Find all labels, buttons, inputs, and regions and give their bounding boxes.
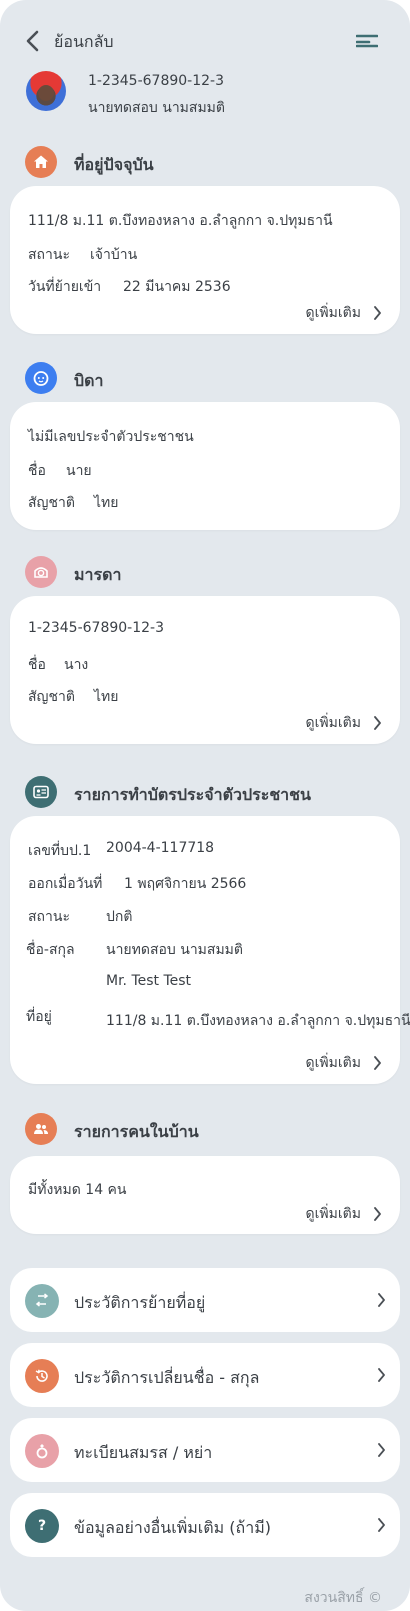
see-more-label: ดูเพิ่มเติม [305, 305, 361, 321]
father-name-value: นาย [66, 463, 92, 479]
section-household-header: รายการคนในบ้าน [24, 1113, 384, 1147]
idcard-name-en: Mr. Test Test [106, 973, 192, 989]
household-count: มีทั้งหมด 14 คน [28, 1182, 127, 1198]
chevron-right-icon [374, 716, 381, 730]
father-id: ไม่มีเลขประจำตัวประชาชน [28, 429, 194, 445]
copyright-footer: สงวนสิทธิ์ © [304, 1590, 382, 1606]
chevron-right-icon [378, 1368, 385, 1382]
profile-id: 1-2345-67890-12-3 [88, 73, 225, 89]
baby-icon [25, 362, 57, 394]
menu-label: ประวัติการย้ายที่อยู่ [74, 1293, 206, 1312]
profile-header: 1-2345-67890-12-3 นายทดสอบ นามสมมติ [24, 69, 384, 119]
menu-icon[interactable] [356, 33, 378, 49]
move-in-label: วันที่ย้ายเข้า [28, 279, 102, 295]
section-title: ที่อยู่ปัจจุบัน [74, 155, 154, 174]
see-more-link[interactable]: ดูเพิ่มเติม [306, 1203, 382, 1225]
screen: ย้อนกลับ 1-2345-67890-12-3 นายทดสอบ นามส… [0, 0, 410, 1611]
mother-nationality-value: ไทย [94, 689, 119, 705]
chevron-right-icon [374, 306, 381, 320]
father-nationality-value: ไทย [94, 495, 119, 511]
idcard-name-label: ชื่อ-สกุล [26, 942, 75, 958]
see-more-label: ดูเพิ่มเติม [305, 715, 361, 731]
question-icon: ? [25, 1509, 59, 1543]
chevron-left-icon[interactable] [24, 30, 42, 52]
idcard-no-label: เลขที่บป.1 [28, 843, 92, 859]
address-full: 111/8 ม.11 ต.บึงทองหลาง อ.ลำลูกกา จ.ปทุม… [28, 213, 333, 229]
household-card: มีทั้งหมด 14 คน ดูเพิ่มเติม [10, 1156, 400, 1234]
section-title: รายการคนในบ้าน [74, 1122, 199, 1141]
menu-item-name-history[interactable]: ประวัติการเปลี่ยนชื่อ - สกุล [10, 1343, 400, 1407]
move-in-value: 22 มีนาคม 2536 [123, 279, 231, 295]
status-value: เจ้าบ้าน [90, 247, 138, 263]
mother-nationality-label: สัญชาติ [28, 689, 75, 705]
idcard-address-label: ที่อยู่ [26, 1009, 52, 1025]
idcard-address-value: 111/8 ม.11 ต.บึงทองหลาง อ.ลำลูกกา จ.ปทุม… [106, 1013, 410, 1029]
section-title: รายการทำบัตรประจำตัวประชาชน [74, 785, 311, 804]
address-card: 111/8 ม.11 ต.บึงทองหลาง อ.ลำลูกกา จ.ปทุม… [10, 186, 400, 334]
mother-icon [25, 556, 57, 588]
see-more-link[interactable]: ดูเพิ่มเติม [306, 1052, 382, 1074]
see-more-link[interactable]: ดูเพิ่มเติม [306, 712, 382, 734]
top-bar: ย้อนกลับ [0, 0, 410, 70]
mother-name-value: นาง [64, 657, 89, 673]
profile-name: นายทดสอบ นามสมมติ [88, 100, 225, 116]
menu-label: ข้อมูลอย่างอื่นเพิ่มเติม (ถ้ามี) [74, 1518, 271, 1537]
idcard-issued-label: ออกเมื่อวันที่ [28, 876, 103, 892]
father-card: ไม่มีเลขประจำตัวประชาชน ชื่อ นาย สัญชาติ… [10, 402, 400, 530]
section-title: มารดา [74, 565, 122, 584]
see-more-label: ดูเพิ่มเติม [305, 1055, 361, 1071]
id-card-icon [25, 776, 57, 808]
back-button[interactable]: ย้อนกลับ [54, 30, 114, 55]
father-name-label: ชื่อ [28, 463, 46, 479]
status-label: สถานะ [28, 247, 70, 263]
chevron-right-icon [374, 1056, 381, 1070]
see-more-label: ดูเพิ่มเติม [305, 1206, 361, 1222]
chevron-right-icon [378, 1293, 385, 1307]
section-address-header: ที่อยู่ปัจจุบัน [24, 146, 384, 180]
section-mother-header: มารดา [24, 556, 384, 590]
people-icon [25, 1113, 57, 1145]
mother-id: 1-2345-67890-12-3 [28, 620, 165, 636]
father-nationality-label: สัญชาติ [28, 495, 75, 511]
section-father-header: บิดา [24, 362, 384, 396]
chevron-right-icon [378, 1443, 385, 1457]
menu-label: ทะเบียนสมรส / หย่า [74, 1443, 213, 1462]
ring-icon [25, 1434, 59, 1468]
chevron-right-icon [374, 1207, 381, 1221]
idcard-status-label: สถานะ [28, 909, 70, 925]
idcard-no-value: 2004-4-117718 [106, 840, 215, 856]
history-icon [25, 1359, 59, 1393]
chevron-right-icon [378, 1518, 385, 1532]
idcard-name-th: นายทดสอบ นามสมมติ [106, 942, 243, 958]
mother-card: 1-2345-67890-12-3 ชื่อ นาง สัญชาติ ไทย ด… [10, 596, 400, 744]
idcard-issued-value: 1 พฤศจิกายน 2566 [124, 876, 247, 892]
mother-name-label: ชื่อ [28, 657, 46, 673]
section-idcard-header: รายการทำบัตรประจำตัวประชาชน [24, 776, 384, 810]
idcard-status-value: ปกติ [106, 909, 133, 925]
menu-label: ประวัติการเปลี่ยนชื่อ - สกุล [74, 1368, 260, 1387]
swap-icon [25, 1284, 59, 1318]
menu-item-address-history[interactable]: ประวัติการย้ายที่อยู่ [10, 1268, 400, 1332]
menu-item-marriage[interactable]: ทะเบียนสมรส / หย่า [10, 1418, 400, 1482]
section-title: บิดา [74, 371, 104, 390]
home-icon [25, 146, 57, 178]
idcard-card: เลขที่บป.1 2004-4-117718 ออกเมื่อวันที่ … [10, 816, 410, 1084]
menu-item-other-info[interactable]: ? ข้อมูลอย่างอื่นเพิ่มเติม (ถ้ามี) [10, 1493, 400, 1557]
see-more-link[interactable]: ดูเพิ่มเติม [306, 302, 382, 324]
avatar [26, 71, 66, 111]
